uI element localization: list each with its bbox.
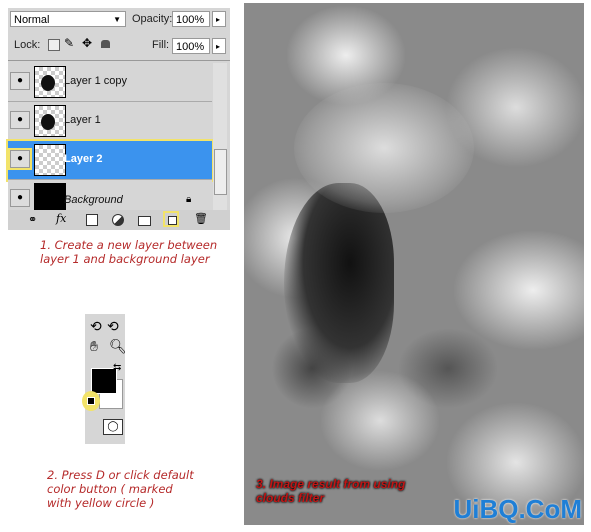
chevron-down-icon: ▼ [113, 15, 121, 24]
lock-label: Lock: [14, 39, 41, 51]
swap-colors-icon[interactable]: ⇆ [113, 362, 121, 373]
opacity-label: Opacity: [132, 13, 173, 25]
face-silhouette [284, 183, 394, 383]
fill-arrow-button[interactable]: ▸ [212, 38, 226, 54]
zoom-icon[interactable]: 🔍︎ [109, 338, 127, 355]
layer-name: Layer 1 copy [64, 75, 127, 87]
layers-panel: Normal ▼ Opacity: 100% ▸ Lock: ✎ ✥ Fill: … [6, 8, 230, 230]
layer-row-selected[interactable]: ● Layer 2 [6, 139, 214, 182]
scrollbar-thumb[interactable] [214, 149, 227, 195]
eye-icon[interactable]: ● [10, 72, 30, 90]
magnetic-lasso-icon[interactable]: ⟲ [107, 318, 119, 335]
layers-footer: ⚭ fx 🗑︎ [8, 210, 230, 230]
toolbox: ⟲ ⟲ ✋︎ 🔍︎ ⇆ ◯ [82, 314, 127, 444]
adjustment-icon[interactable] [112, 214, 124, 226]
blend-mode-value: Normal [14, 14, 50, 26]
layer-thumbnail [34, 183, 66, 210]
step2-note: 2. Press D or click default color button… [47, 468, 194, 510]
layer-name: Layer 2 [64, 153, 103, 165]
layer-thumbnail [34, 105, 66, 137]
layer-thumbnail [34, 144, 66, 176]
layer-thumbnail [34, 66, 66, 98]
blend-mode-select[interactable]: Normal ▼ [10, 11, 126, 27]
hand-icon[interactable]: ✋︎ [90, 338, 98, 355]
fx-icon[interactable]: fx [56, 212, 66, 225]
layer-row[interactable]: ● Background 🔒︎ [8, 180, 212, 211]
opacity-input[interactable]: 100% [172, 11, 210, 27]
lasso-icon[interactable]: ⟲ [90, 318, 102, 335]
step1-note: 1. Create a new layer between layer 1 an… [40, 238, 218, 266]
layer-name: Layer 1 [64, 114, 101, 126]
move-icon[interactable]: ✥ [82, 36, 92, 50]
folder-icon[interactable] [138, 216, 151, 226]
clouds-smoke-image: 3. Image result from using clouds filter… [244, 3, 584, 525]
brush-icon[interactable]: ✎ [64, 36, 74, 50]
watermark-logo: UiBQ.CoM [453, 494, 582, 524]
eye-icon[interactable]: ● [8, 148, 32, 170]
layer-row[interactable]: ● Layer 1 copy [8, 63, 212, 102]
link-icon[interactable]: ⚭ [28, 213, 37, 226]
lock-icon: 🔒︎ [186, 194, 192, 205]
quick-mask-button[interactable]: ◯ [103, 419, 123, 435]
layer-name: Background [64, 194, 123, 206]
layer-row[interactable]: ● Layer 1 [8, 102, 212, 141]
mask-icon[interactable] [86, 214, 98, 226]
eye-icon[interactable]: ● [10, 189, 30, 207]
fill-label: Fill: [152, 39, 170, 51]
new-layer-icon[interactable] [163, 211, 179, 227]
lock-transparency-icon[interactable] [48, 39, 60, 51]
eye-icon[interactable]: ● [10, 111, 30, 129]
opacity-arrow-button[interactable]: ▸ [212, 11, 226, 27]
step3-note: 3. Image result from using clouds filter [256, 477, 406, 505]
fill-input[interactable]: 100% [172, 38, 210, 54]
lock-all-icon[interactable] [101, 40, 110, 48]
scrollbar[interactable] [213, 63, 227, 210]
trash-icon[interactable]: 🗑︎ [194, 212, 208, 225]
smoke-hair [294, 83, 474, 213]
default-colors-button[interactable] [82, 391, 100, 411]
